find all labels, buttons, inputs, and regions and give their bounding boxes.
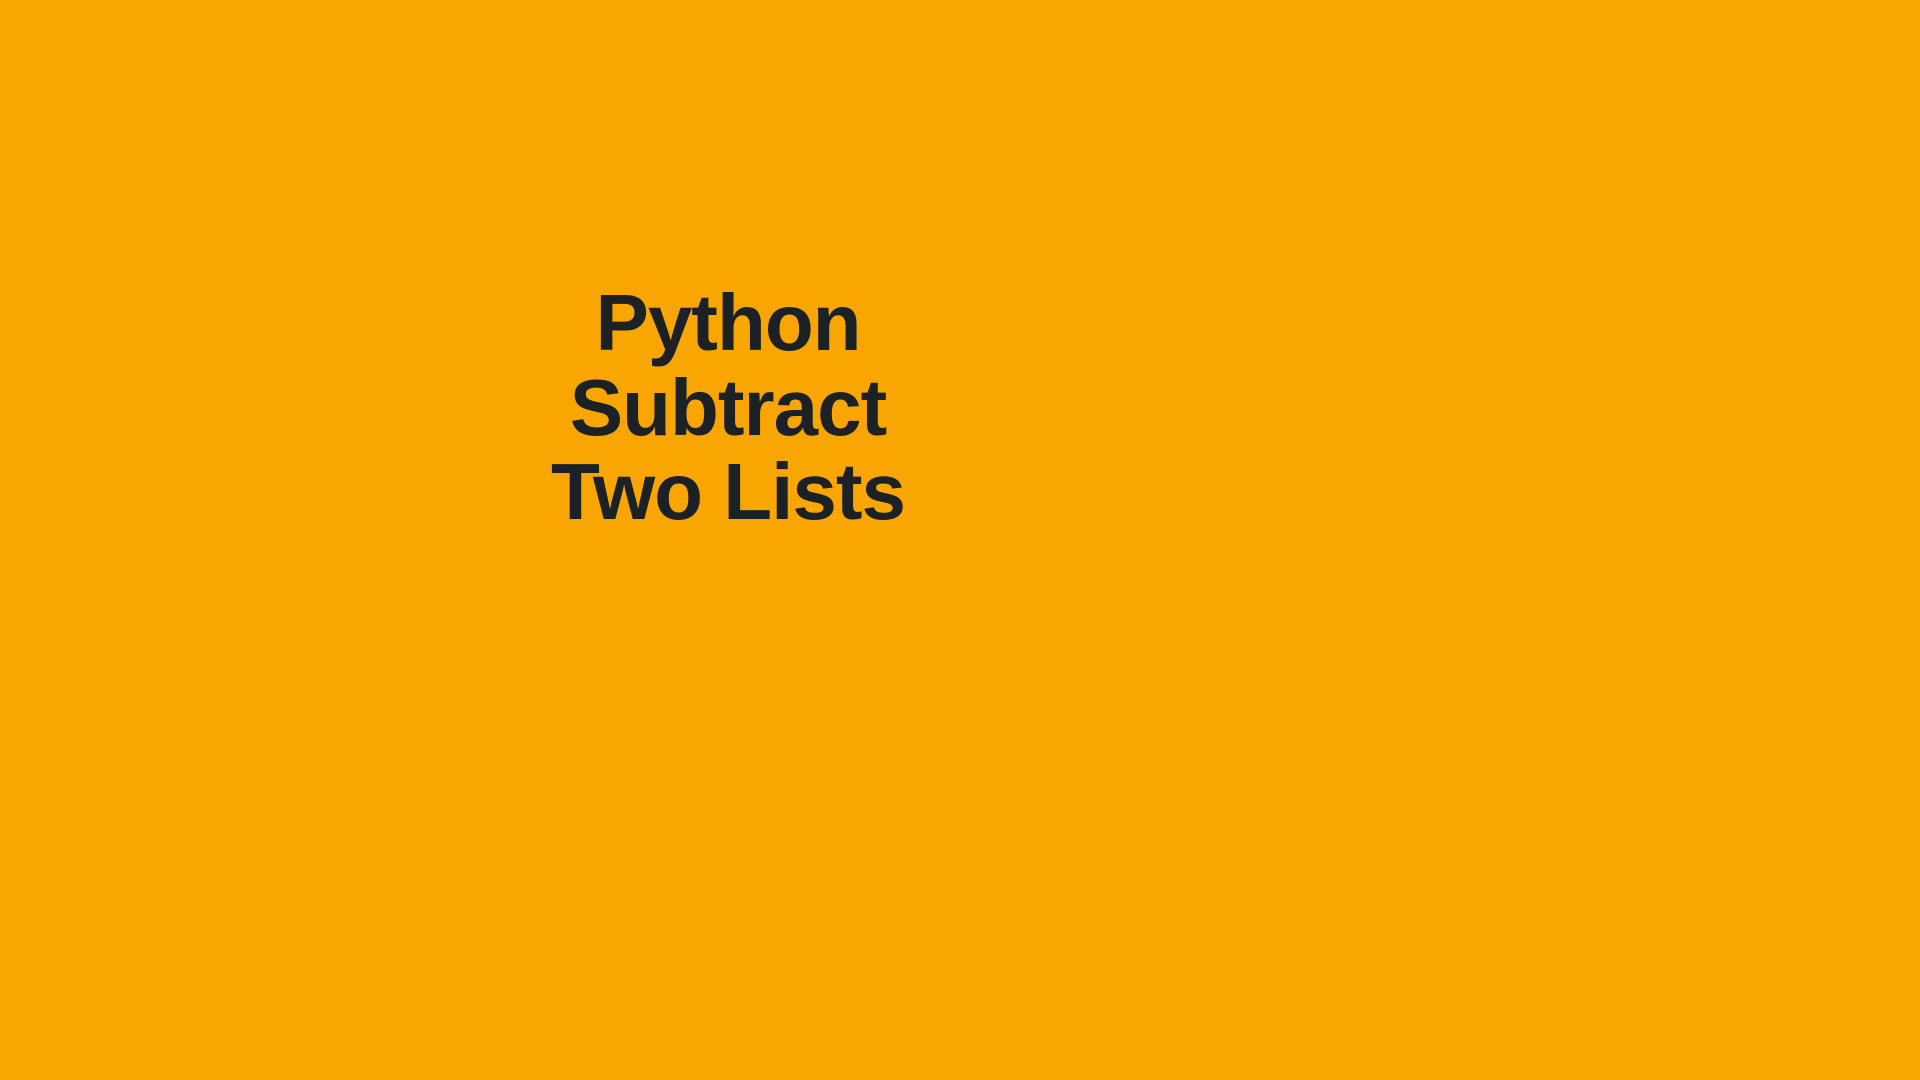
title-line-3: Two Lists [551,450,905,535]
title-line-2: Subtract [551,366,905,451]
title-container: Python Subtract Two Lists [551,281,905,535]
title-line-1: Python [551,281,905,366]
